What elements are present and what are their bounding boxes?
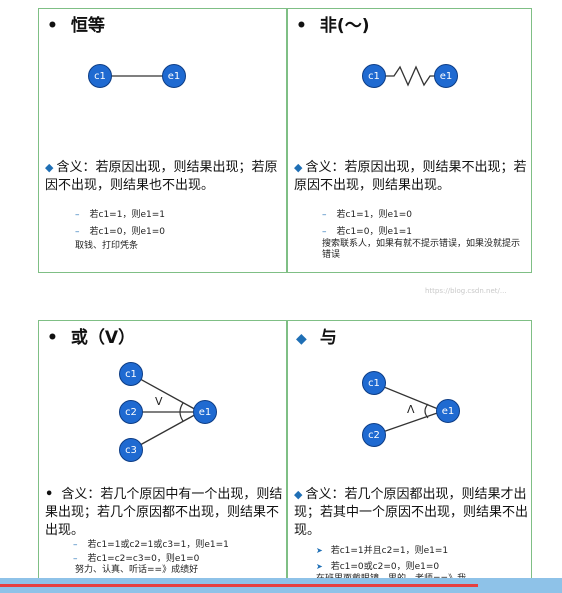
example-note: 搜索联系人，如果有就不提示错误，如果没就提示错误 xyxy=(322,239,521,260)
node-c2: c2 xyxy=(119,400,143,424)
title-text: 与 xyxy=(319,328,337,348)
and-diagram: c1 c2 e1 Λ xyxy=(358,369,468,447)
diamond-bullet-icon: ◆ xyxy=(45,161,54,174)
title-text: 恒等 xyxy=(70,16,105,36)
not-panel: • 非(～) c1 e1 ◆ 含义：若原因出现，则结果不出现；若原因不出现，则结果… xyxy=(287,8,532,273)
panel-title: • 非(～) xyxy=(296,11,369,36)
definition-text: • 含义：若几个原因中有一个出现，则结果出现；若几个原因都不出现，则结果不出现。 xyxy=(45,487,283,538)
definition-text: ◆ 含义：若原因出现，则结果不出现；若原因不出现，则结果出现。 xyxy=(294,160,527,193)
node-c2: c2 xyxy=(362,423,386,447)
arrow-bullet-icon: ➤ xyxy=(316,562,323,571)
example-line: – 若c1=0，则e1=0 xyxy=(75,227,165,237)
title-text: 或（V） xyxy=(70,328,136,348)
title-text: 非(～) xyxy=(319,16,370,36)
title-bullet: • xyxy=(47,328,58,348)
panel-title: • 或（V） xyxy=(47,323,135,348)
example-line: – 若c1=1，则e1=1 xyxy=(75,210,165,220)
or-panel: • 或（V） c1 c2 c3 e1 V • 含义：若几个原因中有一个出现，则结果… xyxy=(38,320,287,580)
node-e1: e1 xyxy=(162,64,186,88)
node-c1: c1 xyxy=(362,371,386,395)
diamond-bullet-icon: ◆ xyxy=(294,161,303,174)
or-diagram: c1 c2 c3 e1 V xyxy=(115,359,225,467)
panel-title: • 恒等 xyxy=(47,11,105,36)
definition-text: ◆ 含义：若几个原因都出现，则结果才出现；若其中一个原因不出现，则结果不出现。 xyxy=(294,487,529,538)
example-line: – 若c1=1或c2=1或c3=1，则e1=1 xyxy=(73,540,229,550)
definition-text: ◆ 含义：若原因出现，则结果出现；若原因不出现，则结果也不出现。 xyxy=(45,160,278,193)
identity-panel: • 恒等 c1 e1 ◆ 含义：若原因出现，则结果出现；若原因不出现，则结果也不出… xyxy=(38,8,287,273)
watermark: https://blog.csdn.net/... xyxy=(425,287,507,295)
bullet-dot-icon: • xyxy=(45,487,54,502)
title-bullet: • xyxy=(47,16,58,36)
node-c1: c1 xyxy=(119,362,143,386)
example-line: – 若c1=0，则e1=1 xyxy=(322,227,412,237)
node-c1: c1 xyxy=(88,64,112,88)
node-e1: e1 xyxy=(434,64,458,88)
title-bullet: ◆ xyxy=(296,331,307,347)
node-c3: c3 xyxy=(119,438,143,462)
and-symbol: Λ xyxy=(407,403,415,416)
node-c1: c1 xyxy=(362,64,386,88)
identity-diagram: c1 e1 xyxy=(84,61,194,95)
node-e1: e1 xyxy=(436,399,460,423)
panel-title: ◆ 与 xyxy=(296,323,337,348)
not-diagram: c1 e1 xyxy=(360,61,460,95)
example-note: 努力、认真、听话==》成绩好 xyxy=(75,565,199,575)
progress-played xyxy=(0,584,478,587)
example-note: 取钱、打印凭条 xyxy=(75,241,139,251)
diamond-bullet-icon: ◆ xyxy=(294,488,303,501)
arrow-bullet-icon: ➤ xyxy=(316,546,323,555)
and-panel: ◆ 与 c1 c2 e1 Λ ◆ 含义：若几个原因都出现，则结果才出现；若其中一个… xyxy=(287,320,532,584)
example-line: ➤ 若c1=0或c2=0，则e1=0 xyxy=(316,562,440,572)
or-symbol: V xyxy=(155,395,163,408)
example-line: – 若c1=c2=c3=0，则e1=0 xyxy=(73,554,200,564)
example-line: ➤ 若c1=1并且c2=1，则e1=1 xyxy=(316,546,449,556)
node-e1: e1 xyxy=(193,400,217,424)
example-line: – 若c1=1，则e1=0 xyxy=(322,210,412,220)
title-bullet: • xyxy=(296,16,307,36)
video-progress-bar[interactable] xyxy=(0,578,562,593)
